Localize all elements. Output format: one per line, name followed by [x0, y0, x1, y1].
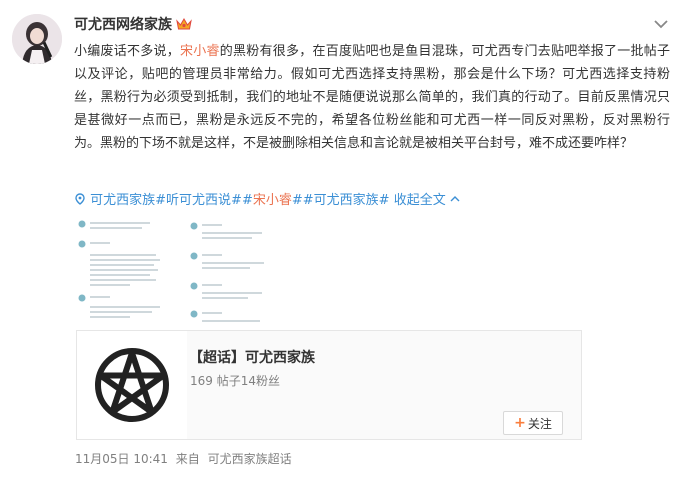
follow-label: 关注: [527, 416, 552, 431]
crown-badge-icon: [176, 17, 192, 31]
tag-row: 可尤西家族#听可尤西说##宋小睿##可尤西家族# 收起全文: [74, 192, 460, 210]
user-name[interactable]: 可尤西网络家族: [74, 14, 172, 34]
post-text-after: 的黑粉有很多，在百度贴吧也是鱼目混珠，可尤西专门去贴吧举报了一批帖子以及评论，贴…: [74, 44, 670, 151]
hashtag-suffix[interactable]: #: [292, 193, 303, 208]
chevron-up-icon: [450, 196, 460, 202]
post-text-before: 小编废话不多说，: [74, 44, 180, 59]
post-meta: 11月05日 10:41 来自 可尤西家族超话: [75, 450, 296, 467]
super-topic-card[interactable]: 【超话】可尤西家族 169 帖子14粉丝 + 关注: [76, 330, 582, 440]
post-date[interactable]: 11月05日 10:41: [75, 452, 168, 466]
collapse-label: 收起全文: [393, 193, 446, 208]
plus-icon: +: [514, 415, 526, 431]
mention-link[interactable]: 宋小睿: [180, 44, 220, 59]
post-text: 小编废话不多说，宋小睿的黑粉有很多，在百度贴吧也是鱼目混珠，可尤西专门去贴吧举报…: [74, 40, 670, 155]
hashtag-link[interactable]: #听可尤西说#: [155, 193, 242, 208]
card-title[interactable]: 【超话】可尤西家族: [189, 347, 315, 367]
chevron-down-icon[interactable]: [652, 16, 670, 30]
follow-button[interactable]: + 关注: [503, 411, 563, 435]
post-source[interactable]: 可尤西家族超话: [208, 452, 292, 466]
post-image-thumbnail[interactable]: [76, 216, 202, 334]
hashtag-mention[interactable]: 宋小睿: [253, 193, 292, 208]
hashtag-prefix[interactable]: #: [242, 193, 253, 208]
post-image-thumbnail[interactable]: [186, 216, 314, 328]
avatar[interactable]: [12, 14, 62, 64]
super-topic-link[interactable]: 可尤西家族: [90, 193, 155, 208]
from-label: 来自: [175, 452, 200, 466]
pentagram-icon: [77, 331, 187, 439]
user-name-row: 可尤西网络家族: [74, 14, 192, 34]
topic-link-icon: [74, 193, 90, 208]
collapse-link[interactable]: 收起全文: [394, 193, 460, 208]
hashtag-link[interactable]: #可尤西家族#: [303, 193, 390, 208]
card-stats: 169 帖子14粉丝: [190, 374, 280, 388]
